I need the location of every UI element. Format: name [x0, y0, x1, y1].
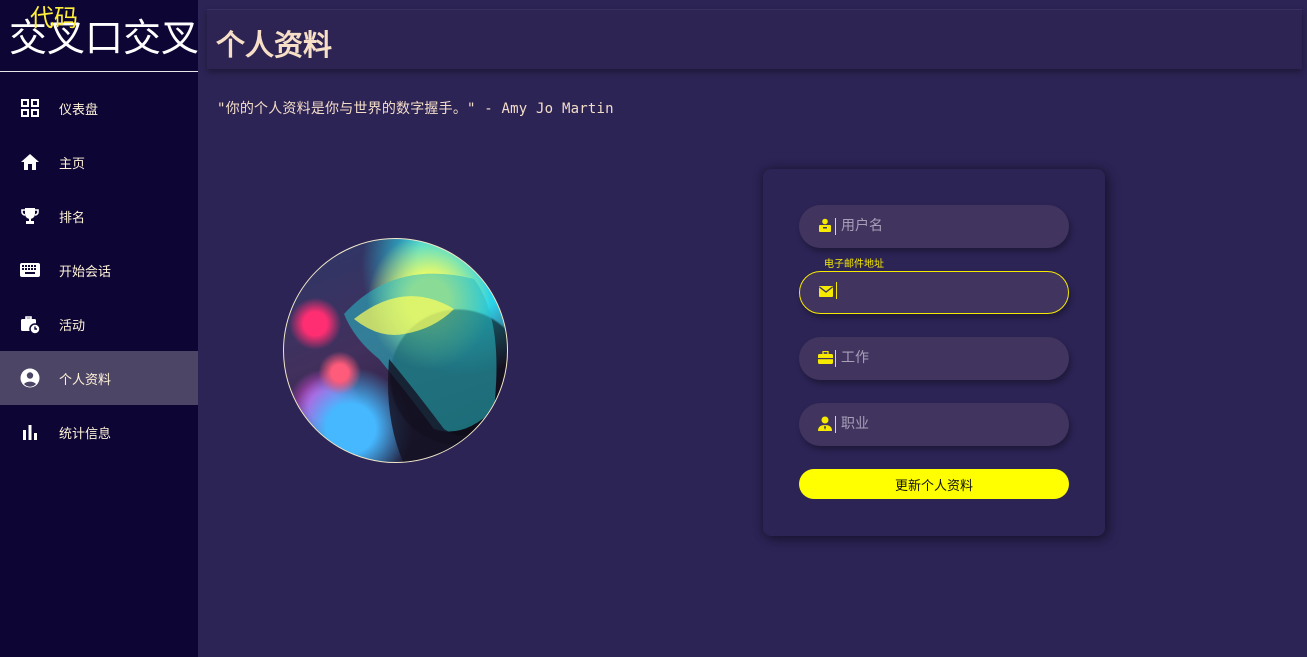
- sidebar-item-label: 主页: [59, 156, 86, 172]
- briefcase-icon: [817, 349, 833, 365]
- username-input[interactable]: [841, 205, 1061, 246]
- page-header: 个人资料: [207, 9, 1302, 69]
- occupation-input[interactable]: [841, 403, 1061, 444]
- sidebar-item-ranking[interactable]: 排名: [0, 189, 198, 243]
- account-circle-icon: [20, 368, 40, 388]
- sidebar-item-activity[interactable]: 活动: [0, 297, 198, 351]
- keyboard-icon: [20, 260, 40, 280]
- update-profile-button[interactable]: 更新个人资料: [799, 469, 1069, 499]
- logo[interactable]: 交叉口交叉 代码: [0, 0, 199, 72]
- field-separator: [835, 416, 836, 433]
- user-tie-icon: [817, 415, 833, 431]
- dashboard-icon: [20, 98, 40, 118]
- email-input[interactable]: [842, 272, 1062, 313]
- field-separator: [835, 218, 836, 235]
- sidebar-item-dashboard[interactable]: 仪表盘: [0, 81, 198, 135]
- email-label: 电子邮件地址: [824, 259, 884, 270]
- trophy-icon: [20, 206, 40, 226]
- user-badge-icon: [817, 217, 833, 233]
- bar-chart-icon: [20, 422, 40, 442]
- text-cursor: [836, 282, 837, 299]
- profile-form-card: 电子邮件地址 更新个人资料: [763, 169, 1105, 536]
- sidebar-item-label: 统计信息: [59, 426, 112, 442]
- sidebar-item-label: 仪表盘: [59, 102, 99, 118]
- home-icon: [20, 152, 40, 172]
- sidebar-item-profile[interactable]: 个人资料: [0, 351, 198, 405]
- sidebar-item-label: 开始会话: [59, 264, 112, 280]
- sidebar-item-home[interactable]: 主页: [0, 135, 198, 189]
- sidebar-item-statistics[interactable]: 统计信息: [0, 405, 198, 459]
- logo-tagline: 代码: [30, 4, 78, 32]
- email-field[interactable]: [799, 271, 1069, 314]
- work-field[interactable]: [799, 337, 1069, 380]
- profile-quote: "你的个人资料是你与世界的数字握手。" - Amy Jo Martin: [217, 101, 614, 117]
- sidebar: 交叉口交叉 代码 仪表盘 主页 排名 开始会话 活动 个人资料 统计信息: [0, 0, 199, 657]
- work-input[interactable]: [841, 337, 1061, 378]
- envelope-icon: [818, 283, 834, 299]
- page-title: 个人资料: [216, 28, 333, 62]
- sidebar-nav: 仪表盘 主页 排名 开始会话 活动 个人资料 统计信息: [0, 81, 198, 459]
- sidebar-item-start-session[interactable]: 开始会话: [0, 243, 198, 297]
- field-separator: [835, 350, 836, 367]
- sidebar-item-label: 活动: [59, 318, 86, 334]
- briefcase-clock-icon: [20, 314, 40, 334]
- sidebar-item-label: 排名: [59, 210, 86, 226]
- username-field[interactable]: [799, 205, 1069, 248]
- avatar[interactable]: [283, 238, 508, 463]
- occupation-field[interactable]: [799, 403, 1069, 446]
- sidebar-item-label: 个人资料: [59, 372, 112, 388]
